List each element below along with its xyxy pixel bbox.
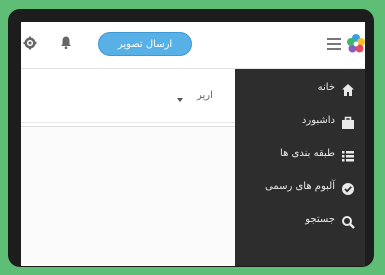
drawer-item-label: جستجو bbox=[305, 214, 335, 225]
drawer-item-official-albums[interactable]: آلبوم های رسمی bbox=[235, 176, 365, 202]
drawer-item-categories[interactable]: طبقه بندی ها bbox=[235, 143, 365, 169]
hamburger-menu-icon[interactable] bbox=[327, 38, 341, 50]
app-screen: ارسال تصویر اریر خانه داشبورد طبقه بندی … bbox=[21, 22, 365, 266]
search-icon bbox=[342, 216, 355, 229]
dashboard-icon bbox=[342, 116, 354, 129]
drawer-item-label: آلبوم های رسمی bbox=[264, 181, 335, 192]
dropdown-caret-icon[interactable] bbox=[177, 98, 183, 102]
check-circle-icon bbox=[342, 183, 354, 195]
content-panel bbox=[21, 126, 235, 265]
top-bar: ارسال تصویر bbox=[21, 22, 365, 69]
drawer-item-dashboard[interactable]: داشبورد bbox=[235, 110, 365, 136]
bell-icon[interactable] bbox=[59, 35, 73, 50]
drawer-item-home[interactable]: خانه bbox=[235, 77, 365, 103]
filter-label: اریر bbox=[197, 90, 213, 101]
drawer-item-label: خانه bbox=[317, 82, 335, 93]
pinwheel-logo[interactable] bbox=[347, 33, 365, 55]
navigation-drawer: خانه داشبورد طبقه بندی ها آلبوم های رسمی… bbox=[235, 69, 365, 266]
list-icon bbox=[342, 151, 354, 162]
gear-icon[interactable] bbox=[23, 36, 37, 50]
drawer-item-label: داشبورد bbox=[301, 115, 335, 126]
drawer-item-label: طبقه بندی ها bbox=[280, 148, 335, 159]
upload-image-button[interactable]: ارسال تصویر bbox=[98, 32, 192, 56]
filter-row[interactable] bbox=[21, 82, 235, 123]
home-icon bbox=[342, 84, 354, 96]
drawer-item-search[interactable]: جستجو bbox=[235, 209, 365, 235]
